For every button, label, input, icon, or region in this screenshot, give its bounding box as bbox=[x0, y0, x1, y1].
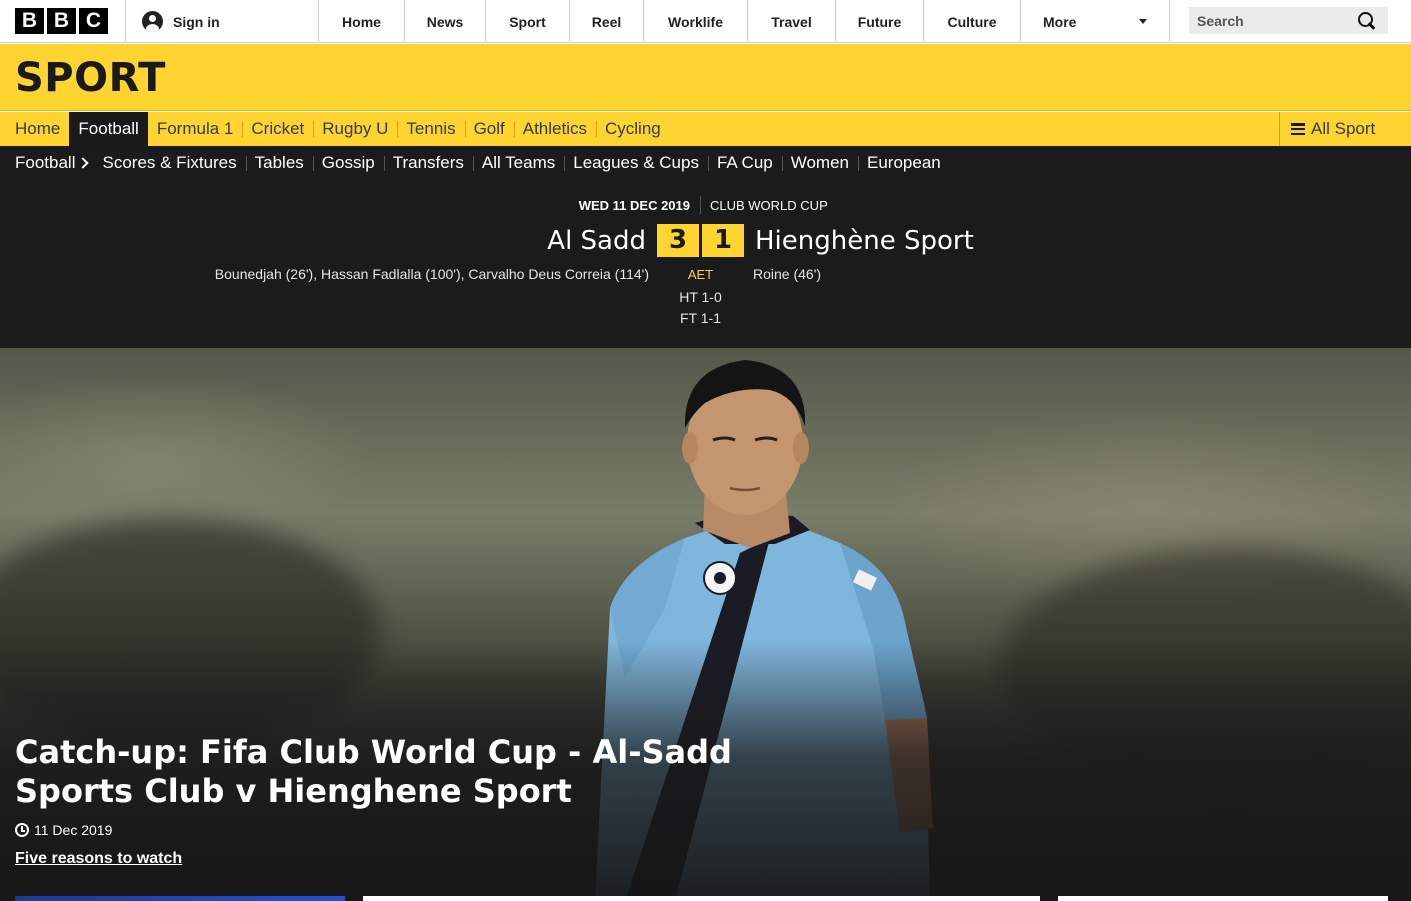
all-sport-label: All Sport bbox=[1311, 119, 1376, 138]
sport-nav-football[interactable]: Football bbox=[69, 112, 148, 146]
sign-in-label: Sign in bbox=[173, 13, 220, 30]
sport-nav-cycling[interactable]: Cycling bbox=[596, 112, 670, 146]
divider bbox=[125, 0, 126, 43]
global-nav-worklife[interactable]: Worklife bbox=[643, 0, 747, 43]
football-nav-fa-cup[interactable]: FA Cup bbox=[707, 146, 782, 180]
home-team-name[interactable]: Al Sadd bbox=[547, 224, 646, 258]
sign-in-link[interactable]: Sign in bbox=[142, 0, 220, 43]
global-nav-news[interactable]: News bbox=[404, 0, 485, 43]
hero-link[interactable]: Five reasons to watch bbox=[15, 850, 182, 868]
hero-headline[interactable]: Catch-up: Fifa Club World Cup - Al-Sadd … bbox=[15, 733, 835, 811]
caret-down-icon bbox=[1139, 19, 1147, 24]
half-time-score: HT 1-0 bbox=[679, 289, 722, 305]
football-nav-scores-fixtures[interactable]: Scores & Fixtures bbox=[102, 146, 245, 180]
global-nav-travel[interactable]: Travel bbox=[747, 0, 835, 43]
global-nav-sport[interactable]: Sport bbox=[485, 0, 569, 43]
match-competition[interactable]: CLUB WORLD CUP bbox=[710, 198, 828, 213]
hero-date-label: 11 Dec 2019 bbox=[34, 822, 113, 838]
sport-nav-cricket[interactable]: Cricket bbox=[242, 112, 313, 146]
story-card-3[interactable] bbox=[1058, 896, 1388, 901]
story-card-1[interactable] bbox=[15, 896, 345, 901]
bbc-logo-letter: B bbox=[47, 8, 76, 34]
football-nav-tables[interactable]: Tables bbox=[245, 146, 313, 180]
football-nav-women[interactable]: Women bbox=[781, 146, 858, 180]
chevron-right-icon bbox=[77, 157, 90, 169]
divider bbox=[700, 196, 701, 214]
global-nav: Home News Sport Reel Worklife Travel Fut… bbox=[318, 0, 1170, 43]
sport-header: SPORT bbox=[0, 44, 1411, 111]
search-input[interactable]: Search bbox=[1189, 7, 1388, 34]
more-label: More bbox=[1043, 13, 1077, 30]
match-date: WED 11 DEC 2019 bbox=[578, 198, 690, 213]
football-breadcrumb[interactable]: Football bbox=[0, 146, 102, 180]
football-nav-all-teams[interactable]: All Teams bbox=[472, 146, 564, 180]
sport-nav-rugby-union[interactable]: Rugby U bbox=[313, 112, 397, 146]
match-meta: WED 11 DEC 2019 CLUB WORLD CUP bbox=[0, 196, 1411, 216]
sport-title[interactable]: SPORT bbox=[15, 53, 166, 103]
search-icon[interactable] bbox=[1358, 11, 1376, 30]
sport-nav-athletics[interactable]: Athletics bbox=[513, 112, 596, 146]
global-nav-more[interactable]: More bbox=[1020, 0, 1170, 43]
bbc-logo-letter: B bbox=[15, 8, 44, 34]
menu-icon bbox=[1291, 123, 1305, 135]
bbc-logo-letter: C bbox=[79, 8, 108, 34]
bbc-logo[interactable]: B B C bbox=[15, 8, 108, 34]
global-nav-home[interactable]: Home bbox=[318, 0, 404, 43]
user-icon bbox=[142, 11, 163, 32]
home-score: 3 bbox=[657, 224, 699, 257]
hero-date: 11 Dec 2019 bbox=[15, 822, 112, 838]
bbc-global-header: B B C Sign in Home News Sport Reel Workl… bbox=[0, 0, 1411, 43]
away-scorers: Roine (46') bbox=[753, 266, 822, 282]
football-nav-gossip[interactable]: Gossip bbox=[312, 146, 384, 180]
match-status: AET bbox=[687, 267, 714, 282]
story-card-2[interactable] bbox=[363, 896, 1040, 901]
global-nav-culture[interactable]: Culture bbox=[923, 0, 1020, 43]
football-nav-european[interactable]: European bbox=[858, 146, 950, 180]
hero-media[interactable]: Catch-up: Fifa Club World Cup - Al-Sadd … bbox=[0, 348, 1411, 901]
global-nav-future[interactable]: Future bbox=[835, 0, 923, 43]
all-sport-button[interactable]: All Sport bbox=[1279, 112, 1411, 146]
sport-nav-home[interactable]: Home bbox=[0, 112, 69, 146]
sport-primary-nav: Home Football Formula 1 Cricket Rugby U … bbox=[0, 112, 1411, 146]
breadcrumb-label: Football bbox=[15, 153, 76, 172]
away-score: 1 bbox=[702, 224, 744, 257]
search-placeholder: Search bbox=[1197, 12, 1244, 29]
full-time-score: FT 1-1 bbox=[680, 310, 721, 326]
global-nav-reel[interactable]: Reel bbox=[569, 0, 643, 43]
clock-icon bbox=[15, 823, 29, 837]
sport-nav-formula-1[interactable]: Formula 1 bbox=[148, 112, 243, 146]
sport-nav-golf[interactable]: Golf bbox=[464, 112, 514, 146]
sport-nav-tennis[interactable]: Tennis bbox=[397, 112, 464, 146]
football-secondary-nav: Football Scores & Fixtures Tables Gossip… bbox=[0, 146, 950, 180]
away-team-name[interactable]: Hienghène Sport bbox=[755, 224, 974, 258]
football-nav-leagues-cups[interactable]: Leagues & Cups bbox=[564, 146, 708, 180]
football-nav-transfers[interactable]: Transfers bbox=[383, 146, 473, 180]
